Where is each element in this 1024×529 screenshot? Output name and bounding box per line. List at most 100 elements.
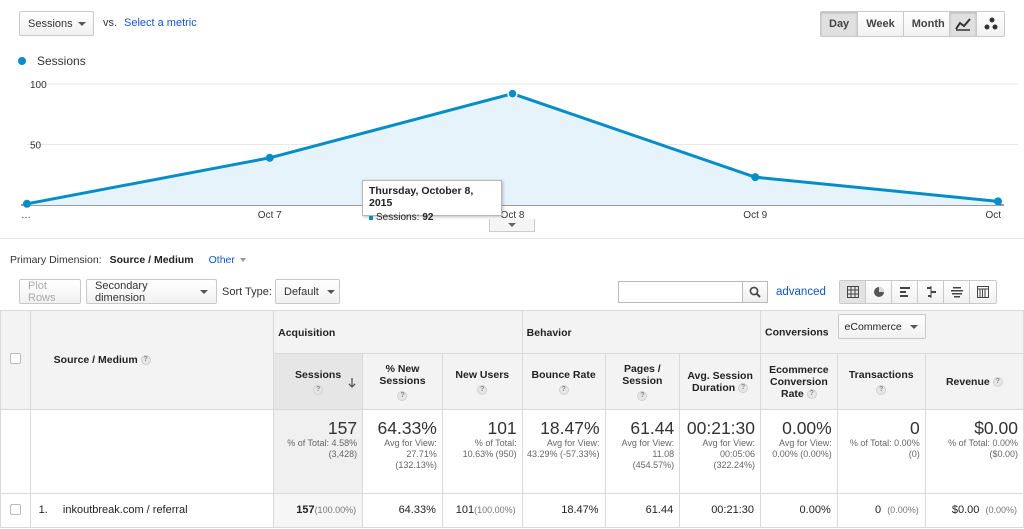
help-icon[interactable]: ? [397,390,408,401]
bounce-rate-column-header[interactable]: Bounce Rate? [521,353,606,410]
advanced-filter-link[interactable]: advanced [776,286,826,298]
revenue-column-header[interactable]: Revenue? [924,353,1024,410]
new-sessions-column-header[interactable]: % New Sessions? [362,353,443,410]
totals-label-cell [29,409,275,494]
sessions-column-header[interactable]: Sessions ? [273,353,364,410]
row-dimension-cell: 1. inkoutbreak.com / referral [29,493,275,528]
ecommerce-rate-column-header[interactable]: Ecommerce Conversion Rate? [760,353,838,410]
help-icon[interactable]: ? [477,384,488,395]
chart-tooltip: Thursday, October 8, 2015 Sessions: 92 [362,180,502,223]
totals-checkbox-cell [0,409,31,494]
dimension-other-link[interactable]: Other [209,254,235,266]
avg-session-column-header[interactable]: Avg. Session Duration? [679,353,762,410]
help-icon[interactable]: ? [313,384,324,395]
sort-desc-arrow-icon [348,378,356,388]
behavior-label: Behavior [526,327,572,339]
search-button[interactable] [742,281,768,303]
primary-dimension-bar: Primary Dimension: Source / Medium Other [10,254,246,266]
row-pages-session: 61.44 [604,493,681,528]
period-toggle: Day Week Month [820,11,954,37]
total-sub: Avg for View: 27.71% (132.13%) [384,438,437,470]
help-icon[interactable]: ? [738,382,749,393]
percentage-view-button[interactable] [866,281,892,303]
month-button[interactable]: Month [903,12,953,36]
source-medium-link[interactable]: inkoutbreak.com / referral [63,504,188,516]
data-view-button[interactable] [840,281,866,303]
help-icon[interactable]: ? [558,384,569,395]
row-transactions-value: 0 [874,504,882,516]
total-new-users: 101% of Total: 10.63% (950) [441,409,523,494]
pages-session-column-header[interactable]: Pages / Session? [604,353,681,410]
total-value: 00:21:30 [686,418,756,438]
data-point [265,153,274,162]
new-users-column-header[interactable]: New Users? [441,353,523,410]
row-revenue: $0.00 (0.00%) [924,493,1024,528]
row-ecommerce-rate: 0.00% [760,493,838,528]
metric-select-value: Sessions [28,17,73,30]
total-value: 0 [909,418,920,438]
conversions-label: Conversions [765,326,829,339]
row-new-sessions: 64.33% [362,493,443,528]
dimension-header[interactable]: Source / Medium? [29,310,275,410]
row-sessions-value: 157 [296,504,315,516]
comparison-view-button[interactable] [918,281,944,303]
total-new-sessions: 64.33% Avg for View: 27.71% (132.13%) [362,409,443,494]
conversions-goal-select[interactable]: eCommerce [837,314,926,339]
total-bounce-rate: 18.47% Avg for View: 43.29% (-57.33%) [521,409,606,494]
row-bounce-rate: 18.47% [521,493,606,528]
select-all-checkbox[interactable] [9,353,21,364]
table-search-input[interactable] [618,281,743,303]
total-sub: % of Total: 10.63% (950) [462,438,517,459]
total-value: 101 [487,418,517,438]
legend-dot [18,57,26,65]
new-users-header-label: New Users [455,368,510,381]
total-sub: Avg for View: 43.29% (-57.33%) [526,438,600,459]
chevron-down-icon [239,258,246,262]
total-sub: % of Total: 0.00% ($0.00) [948,438,1018,459]
sort-type-value: Default [284,285,319,298]
row-checkbox[interactable] [9,504,21,515]
help-icon[interactable]: ? [806,388,817,399]
chart-collapse-handle[interactable] [489,219,535,232]
select-metric-link[interactable]: Select a metric [124,17,197,29]
total-pages-session: 61.44 Avg for View: 11.08 (454.57%) [604,409,681,494]
sort-type-select[interactable]: Default [275,279,340,304]
sessions-chart: 10050… Oct 7 Oct 8 Oct 9 Oct [21,80,1018,221]
total-transactions: 0% of Total: 0.00% (0) [836,409,926,494]
week-button[interactable]: Week [858,12,904,36]
table-view-toggle [839,280,997,304]
plot-rows-button[interactable]: Plot Rows [19,279,81,304]
y-tick-label: 100 [30,80,47,91]
vs-label: vs. [103,17,118,29]
sessions-header-label: Sessions [295,368,342,381]
motion-chart-button[interactable] [977,12,1004,36]
chevron-down-icon [508,223,516,227]
total-sub: Avg for View: 0.00% (0.00%) [772,438,832,459]
line-chart-icon [955,18,971,31]
row-new-users-value: 101 [455,504,475,516]
total-sub: Avg for View: 11.08 (454.57%) [621,438,675,470]
secondary-dimension-select[interactable]: Secondary dimension [86,279,217,304]
help-icon[interactable]: ? [140,355,151,366]
pivot-view-button[interactable] [970,281,996,303]
secondary-dimension-label: Secondary dimension [95,279,148,304]
help-icon[interactable]: ? [876,384,887,395]
chevron-down-icon [78,22,86,26]
row-sessions-pct: (100.00%) [314,505,357,515]
dimension-source-medium[interactable]: Source / Medium [110,254,194,266]
metric-select[interactable]: Sessions [19,11,94,36]
row-avg-session: 00:21:30 [679,493,762,528]
help-icon[interactable]: ? [992,376,1003,387]
line-chart-button[interactable] [950,12,977,36]
transactions-column-header[interactable]: Transactions? [836,353,926,410]
row-new-users: 101(100.00%) [441,493,523,528]
performance-view-button[interactable] [892,281,918,303]
comparison-icon [926,286,936,298]
chevron-down-icon [326,289,335,294]
term-cloud-view-button[interactable] [944,281,970,303]
total-value: $0.00 [974,418,1018,438]
help-icon[interactable]: ? [637,390,648,401]
day-button[interactable]: Day [821,12,859,36]
x-tick-label: Oct [985,210,1001,221]
conversions-select-value: eCommerce [844,320,902,333]
